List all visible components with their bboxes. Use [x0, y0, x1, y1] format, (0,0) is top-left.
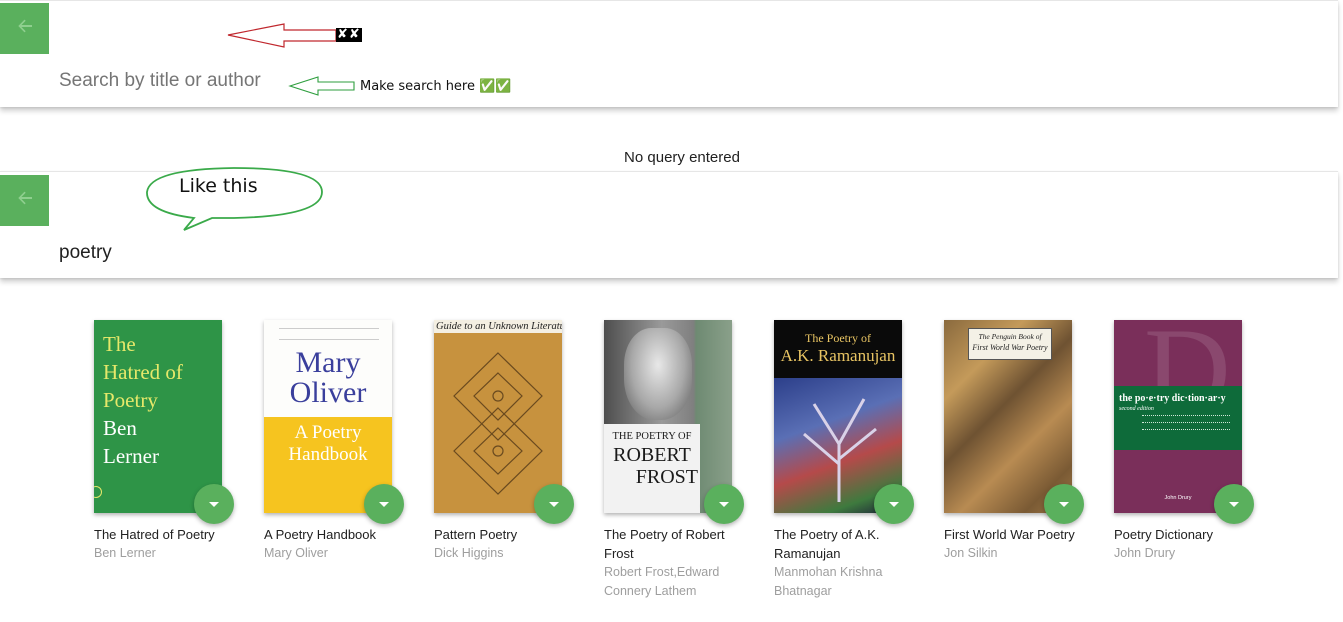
book-cover: The Poetry of A.K. Ramanujan — [774, 320, 902, 513]
book-cover: Guide to an Unknown Literature — [434, 320, 562, 513]
search-input[interactable]: poetry — [59, 242, 112, 264]
book-title: Poetry Dictionary — [1114, 527, 1213, 542]
chevron-down-icon — [719, 501, 729, 507]
chevron-down-icon — [209, 501, 219, 507]
book-title: A Poetry Handbook — [264, 527, 377, 542]
book-title: The Poetry of Robert Frost — [604, 527, 725, 561]
no-query-message: No query entered — [624, 149, 740, 166]
back-button[interactable] — [0, 175, 49, 226]
book-cover: THE POETRY OF ROBERT FROST — [604, 320, 732, 513]
book-author: Ben Lerner — [94, 546, 156, 560]
arrow-left-icon — [15, 188, 35, 213]
red-arrow-annotation — [227, 23, 337, 48]
chevron-down-icon — [889, 501, 899, 507]
book-author: Jon Silkin — [944, 546, 998, 560]
book-author: Dick Higgins — [434, 546, 504, 560]
search-hint-annotation: Make search here ✅✅ — [360, 79, 512, 94]
book-cover: The Hatred of Poetry Ben Lerner — [94, 320, 222, 513]
book-card[interactable]: The Poetry of A.K. Ramanujan The Poetry … — [774, 320, 924, 601]
expand-button[interactable] — [874, 484, 914, 524]
book-card[interactable]: The Hatred of Poetry Ben Lerner The Hatr… — [94, 320, 244, 563]
speech-bubble-text: Like this — [179, 175, 258, 197]
green-arrow-annotation — [288, 76, 355, 96]
book-card[interactable]: D the po·e·try dic·tion·ar·y second edit… — [1114, 320, 1264, 563]
search-input[interactable]: Search by title or author — [59, 70, 261, 92]
chevron-down-icon — [1059, 501, 1069, 507]
book-card[interactable]: Mary Oliver A Poetry Handbook A Poetry H… — [264, 320, 414, 563]
expand-button[interactable] — [1214, 484, 1254, 524]
book-title: First World War Poetry — [944, 527, 1075, 542]
book-cover: Mary Oliver A Poetry Handbook — [264, 320, 392, 513]
book-author: Mary Oliver — [264, 546, 328, 560]
book-title: The Poetry of A.K. Ramanujan — [774, 527, 880, 561]
book-title: The Hatred of Poetry — [94, 527, 215, 542]
book-title: Pattern Poetry — [434, 527, 518, 542]
expand-button[interactable] — [1044, 484, 1084, 524]
book-card[interactable]: The Penguin Book of First World War Poet… — [944, 320, 1094, 563]
cross-marks-annotation: ✘✘ — [336, 27, 362, 42]
chevron-down-icon — [1229, 501, 1239, 507]
book-author: John Drury — [1114, 546, 1176, 560]
book-cover: The Penguin Book of First World War Poet… — [944, 320, 1072, 513]
book-author: Manmohan Krishna Bhatnagar — [774, 565, 883, 598]
arrow-left-icon — [15, 16, 35, 41]
search-bar-empty: Search by title or author — [0, 0, 1338, 107]
expand-button[interactable] — [704, 484, 744, 524]
chevron-down-icon — [379, 501, 389, 507]
back-button[interactable] — [0, 3, 49, 54]
chevron-down-icon — [549, 501, 559, 507]
expand-button[interactable] — [534, 484, 574, 524]
expand-button[interactable] — [364, 484, 404, 524]
book-card[interactable]: THE POETRY OF ROBERT FROST The Poetry of… — [604, 320, 754, 601]
book-author: Robert Frost,Edward Connery Lathem — [604, 565, 720, 598]
book-cover: D the po·e·try dic·tion·ar·y second edit… — [1114, 320, 1242, 513]
book-card[interactable]: Guide to an Unknown Literature Pattern P… — [434, 320, 584, 563]
expand-button[interactable] — [194, 484, 234, 524]
